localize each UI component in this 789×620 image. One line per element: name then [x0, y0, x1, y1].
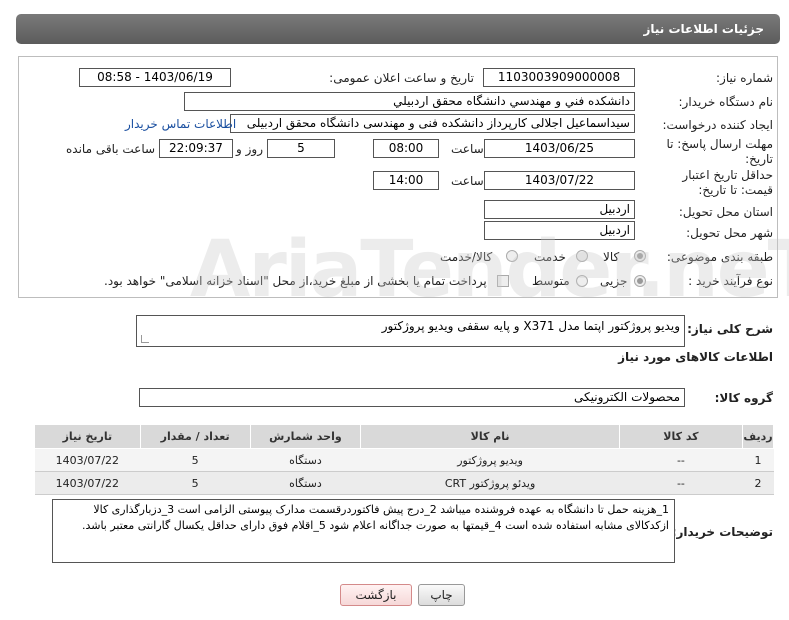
process-minor-radio[interactable]: [634, 275, 646, 287]
resize-handle-icon[interactable]: [141, 335, 149, 343]
category-goods-label: کالا: [603, 250, 620, 264]
goods-section-title: اطلاعات کالاهای مورد نیاز: [618, 350, 773, 364]
page-header: جزئیات اطلاعات نیاز: [16, 14, 780, 44]
treasury-checkbox[interactable]: [497, 275, 509, 287]
category-label: طبقه بندی موضوعی:: [666, 250, 773, 264]
table-row: 1 -- ویدیو پروژکتور دستگاه 5 1403/07/22: [34, 448, 774, 472]
payment-note: پرداخت تمام یا بخشی از مبلغ خرید،از محل …: [104, 274, 487, 288]
validity-date-field: 1403/07/22: [484, 171, 635, 190]
col-row: ردیف: [742, 424, 774, 449]
summary-label: شرح کلی نیاز:: [687, 322, 773, 336]
category-service-radio[interactable]: [576, 250, 588, 262]
category-service-label: خدمت: [534, 250, 566, 264]
announce-label: تاریخ و ساعت اعلان عمومی:: [329, 71, 474, 85]
cell-unit: دستگاه: [250, 471, 361, 495]
reply-deadline-label: مهلت ارسال پاسخ: تا تاریخ:: [666, 137, 773, 166]
cell-date: 1403/07/22: [34, 471, 141, 495]
notes-text: 1_هزینه حمل تا دانشگاه به عهده فروشنده م…: [81, 503, 669, 532]
cell-date: 1403/07/22: [34, 448, 141, 472]
col-code: کد کالا: [618, 424, 744, 449]
announce-field: 1403/06/19 - 08:58: [79, 68, 231, 87]
group-field: محصولات الکترونیکی: [139, 388, 685, 407]
summary-field: ویدیو پروژکتور اپتما مدل X371 و پایه سقف…: [136, 315, 685, 347]
cell-name: ویدئو پروژکتور CRT: [360, 471, 620, 495]
page-title: جزئیات اطلاعات نیاز: [643, 22, 764, 36]
category-both-radio[interactable]: [506, 250, 518, 262]
city-label: شهر محل تحویل:: [686, 226, 773, 240]
validity-time-field: 14:00: [373, 171, 439, 190]
need-number-field: 1103003909000008: [483, 68, 635, 87]
validity-label: حداقل تاریخ اعتبار قیمت: تا تاریخ:: [682, 168, 773, 197]
province-label: استان محل تحویل:: [678, 205, 773, 219]
reply-time-label: ساعت: [451, 142, 484, 156]
cell-qty: 5: [140, 471, 250, 495]
requester-label: ایجاد کننده درخواست:: [662, 118, 773, 132]
notes-label: توضیحات خریدار:: [671, 525, 773, 539]
buyer-org-field: دانشکده فني و مهندسي دانشگاه محقق اردبيل…: [184, 92, 635, 111]
reply-time-field: 08:00: [373, 139, 439, 158]
province-field: اردبیل: [484, 200, 635, 219]
back-button[interactable]: بازگشت: [340, 584, 412, 606]
category-goods-radio[interactable]: [634, 250, 646, 262]
cell-qty: 5: [140, 448, 250, 472]
contact-info-link[interactable]: اطلاعات تماس خریدار: [125, 117, 236, 131]
process-medium-label: متوسط: [532, 274, 570, 288]
days-field: 5: [267, 139, 335, 158]
notes-field: 1_هزینه حمل تا دانشگاه به عهده فروشنده م…: [52, 499, 675, 563]
col-unit: واحد شمارش: [249, 424, 362, 449]
remaining-time-field: 22:09:37: [159, 139, 233, 158]
summary-text: ویدیو پروژکتور اپتما مدل X371 و پایه سقف…: [381, 319, 680, 333]
remaining-label: ساعت باقی مانده: [66, 142, 156, 156]
cell-row: 2: [742, 471, 774, 495]
col-date: تاریخ نیاز: [34, 424, 141, 449]
col-name: نام کالا: [360, 424, 620, 449]
requester-field: سیداسماعیل اجلالی کارپرداز دانشکده فنی و…: [230, 114, 635, 133]
category-both-label: کالا/خدمت: [440, 250, 493, 264]
group-label: گروه کالا:: [714, 391, 773, 405]
validity-time-label: ساعت: [451, 174, 484, 188]
print-button[interactable]: چاپ: [418, 584, 465, 606]
cell-code: --: [619, 471, 743, 495]
process-minor-label: جزیی: [600, 274, 628, 288]
cell-unit: دستگاه: [250, 448, 361, 472]
goods-table: ردیف کد کالا نام کالا واحد شمارش تعداد /…: [34, 424, 774, 495]
table-row: 2 -- ویدئو پروژکتور CRT دستگاه 5 1403/07…: [34, 471, 774, 495]
cell-code: --: [619, 448, 743, 472]
city-field: اردبیل: [484, 221, 635, 240]
buyer-org-label: نام دستگاه خریدار:: [678, 95, 774, 109]
need-number-label: شماره نیاز:: [716, 71, 773, 85]
process-label: نوع فرآیند خرید :: [688, 274, 773, 288]
cell-row: 1: [742, 448, 774, 472]
reply-date-field: 1403/06/25: [484, 139, 635, 158]
days-label: روز و: [236, 142, 263, 156]
col-qty: تعداد / مقدار: [139, 424, 251, 449]
process-medium-radio[interactable]: [576, 275, 588, 287]
table-header-row: ردیف کد کالا نام کالا واحد شمارش تعداد /…: [34, 424, 774, 449]
cell-name: ویدیو پروژکتور: [360, 448, 620, 472]
